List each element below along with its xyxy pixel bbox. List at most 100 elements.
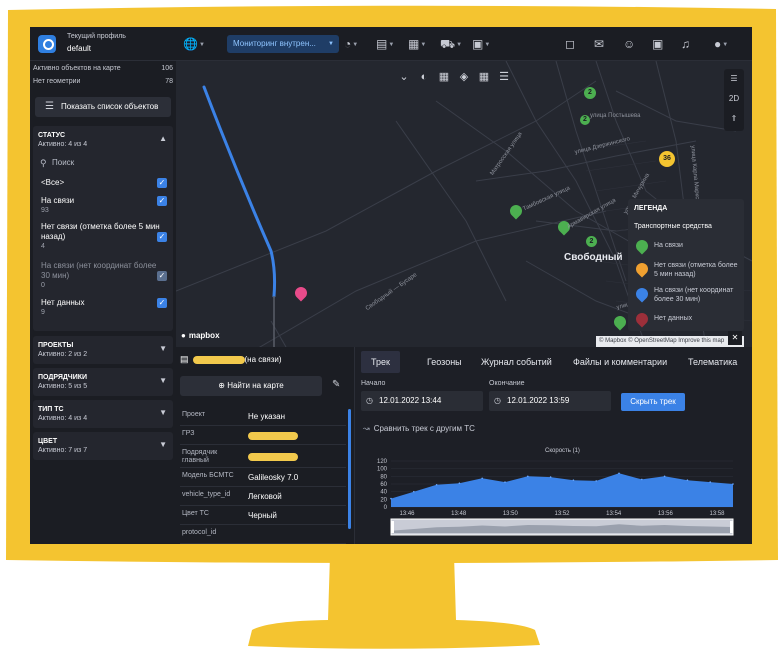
x-tick-label: 13:56: [658, 511, 674, 517]
panel-subtitle: Активно: 5 из 5: [38, 383, 88, 390]
line-chart-icon: ↝: [363, 424, 370, 433]
map-canvas[interactable]: ⌄ ◐ ▦ ◈ ▦ ☰ ☰ 2D ⇑ 2 2 36 2 улица Постышева у…: [176, 61, 752, 347]
tab-files-comments[interactable]: Файлы и комментарии: [573, 351, 667, 373]
globe-icon[interactable]: 🌐▼: [183, 36, 205, 52]
road-icon[interactable]: ▦: [474, 70, 494, 83]
table-row: ГРЗ: [180, 426, 346, 445]
map-view-controls: ☰ 2D ⇑: [724, 69, 744, 131]
color-filter-panel[interactable]: ЦВЕТ Активно: 7 из 7 ▼: [33, 432, 173, 460]
contractors-filter-panel[interactable]: ПОДРЯДЧИКИ Активно: 5 из 5 ▼: [33, 368, 173, 396]
speed-point: [618, 472, 620, 475]
status-option-no-data[interactable]: Нет данных 9 ✓: [41, 298, 167, 318]
truck-icon[interactable]: ⛟▼: [440, 36, 462, 52]
table-row: Подрядчик главный: [180, 445, 346, 468]
map-attribution[interactable]: © Mapbox © OpenStreetMap Improve this ma…: [596, 336, 744, 347]
compare-track-link[interactable]: ↝ Сравнить трек с другим ТС: [363, 424, 475, 433]
tab-telematics[interactable]: Телематика: [688, 351, 737, 373]
hide-track-button[interactable]: Скрыть трек: [621, 393, 685, 411]
status-option-online[interactable]: На связи 93 ✓: [41, 196, 167, 216]
chevron-down-icon[interactable]: ▼: [159, 376, 167, 385]
district-label: Свободный: [564, 252, 623, 263]
profile-select[interactable]: default: [67, 44, 91, 53]
tab-event-log[interactable]: Журнал событий: [481, 351, 552, 373]
show-object-list-button[interactable]: ☰ Показать список объектов: [35, 97, 171, 117]
redacted-value: [248, 452, 298, 461]
cluster-marker[interactable]: 2: [586, 236, 597, 247]
scrollbar[interactable]: [348, 409, 351, 529]
cluster-marker[interactable]: 2: [584, 87, 596, 99]
tab-track[interactable]: Трек: [361, 351, 400, 373]
calendar-icon[interactable]: ▤▼: [376, 36, 394, 52]
archive-icon[interactable]: ▣: [652, 36, 663, 52]
y-tick-label: 0: [384, 505, 388, 511]
checkbox[interactable]: ✓: [157, 298, 167, 308]
cluster-marker[interactable]: 36: [659, 151, 675, 167]
y-tick-label: 120: [377, 459, 388, 465]
end-date-input[interactable]: ◷ 12.01.2022 13:59: [489, 391, 611, 411]
status-search-input[interactable]: ⚲ Поиск: [38, 155, 168, 171]
pie-chart-icon[interactable]: ◔▼: [344, 36, 358, 52]
app-logo[interactable]: [38, 35, 56, 53]
monitoring-select[interactable]: Мониторинг внутрен... ▼: [227, 35, 339, 53]
chevron-down-icon[interactable]: ▼: [159, 344, 167, 353]
checkbox[interactable]: ✓: [157, 178, 167, 188]
user-avatar-icon[interactable]: ●▼: [714, 36, 728, 52]
legend-title: ЛЕГЕНДА: [634, 205, 668, 212]
layers-toggle-icon[interactable]: ☰: [724, 69, 744, 89]
layers-icon[interactable]: ☰: [494, 70, 514, 83]
checkbox[interactable]: ✓: [157, 196, 167, 206]
diamond-icon[interactable]: ◈: [454, 70, 474, 83]
table-row: vehicle_type_id Легковой: [180, 487, 346, 506]
grid-icon[interactable]: ▦▼: [408, 36, 426, 52]
start-date-input[interactable]: ◷ 12.01.2022 13:44: [361, 391, 483, 411]
list-icon: ☰: [45, 101, 54, 112]
chevron-down-icon[interactable]: ▼: [159, 440, 167, 449]
projects-filter-panel[interactable]: ПРОЕКТЫ Активно: 2 из 2 ▼: [33, 336, 173, 364]
map-icon[interactable]: ▦: [434, 70, 454, 83]
x-tick-label: 13:46: [399, 511, 415, 517]
legend-item: Нет связи (отметка более 5 мин назад): [654, 262, 738, 278]
speed-chart-svg: 0 2040 60 80100 120 13:46 13:48 13:50 13:52 13:54…: [377, 459, 734, 536]
legend-subtitle: Транспортные средства: [634, 223, 712, 230]
speed-point: [686, 479, 689, 481]
range-handle-right[interactable]: [730, 521, 733, 533]
chevron-up-icon[interactable]: ▲: [159, 134, 167, 143]
speed-point: [641, 478, 643, 481]
mail-icon[interactable]: ✉: [594, 36, 604, 52]
bell-icon[interactable]: ♫: [681, 36, 690, 52]
status-option-all[interactable]: <Все> ✓: [41, 178, 167, 188]
range-handle-left[interactable]: [391, 521, 394, 533]
legend-item: На связи (нет координат более 30 мин): [654, 287, 734, 303]
find-on-map-button[interactable]: ⊕ Найти на карте: [180, 376, 322, 396]
speed-point: [663, 475, 666, 478]
mapbox-logo[interactable]: mapbox: [181, 331, 220, 340]
close-icon[interactable]: ✕: [728, 331, 742, 345]
stat-no-geometry: Нет геометрии 78: [33, 78, 173, 85]
redacted-vehicle-name: [192, 355, 245, 364]
checkbox[interactable]: ✓: [157, 271, 167, 281]
sign-icon[interactable]: ▣▼: [472, 36, 490, 52]
tab-geozones[interactable]: Геозоны: [427, 351, 462, 373]
speed-point: [413, 490, 415, 493]
app-window: Текущий профиль default 🌐▼ Мониторинг вн…: [30, 27, 752, 544]
calendar-icon: ◷: [366, 396, 373, 405]
speed-point: [527, 475, 529, 478]
users-icon[interactable]: ☺: [623, 36, 635, 52]
chevron-down-icon[interactable]: ▼: [159, 408, 167, 417]
vehicle-type-filter-panel[interactable]: ТИП ТС Активно: 4 из 4 ▼: [33, 400, 173, 428]
panel-title: ТИП ТС: [38, 406, 64, 413]
north-arrow-icon[interactable]: ⇑: [724, 109, 744, 129]
x-tick-label: 13:58: [709, 511, 725, 517]
speed-point: [435, 483, 438, 486]
pencil-icon[interactable]: ✎: [332, 379, 340, 390]
speed-point: [709, 481, 711, 483]
cluster-marker[interactable]: 2: [580, 115, 590, 125]
compass-icon[interactable]: ⌄: [394, 70, 414, 83]
view-mode-toggle[interactable]: 2D: [724, 89, 744, 109]
status-option-no-connection[interactable]: Нет связи (отметка более 5 мин назад) 4 ✓: [41, 222, 167, 252]
status-option-no-coordinates[interactable]: На связи (нет координат более 30 мин) 0 ✓: [41, 261, 167, 291]
checkbox[interactable]: ✓: [157, 232, 167, 242]
calendar-icon: ◷: [494, 396, 501, 405]
new-window-icon[interactable]: ◻: [565, 36, 575, 52]
speedometer-icon[interactable]: ◐: [414, 71, 434, 83]
